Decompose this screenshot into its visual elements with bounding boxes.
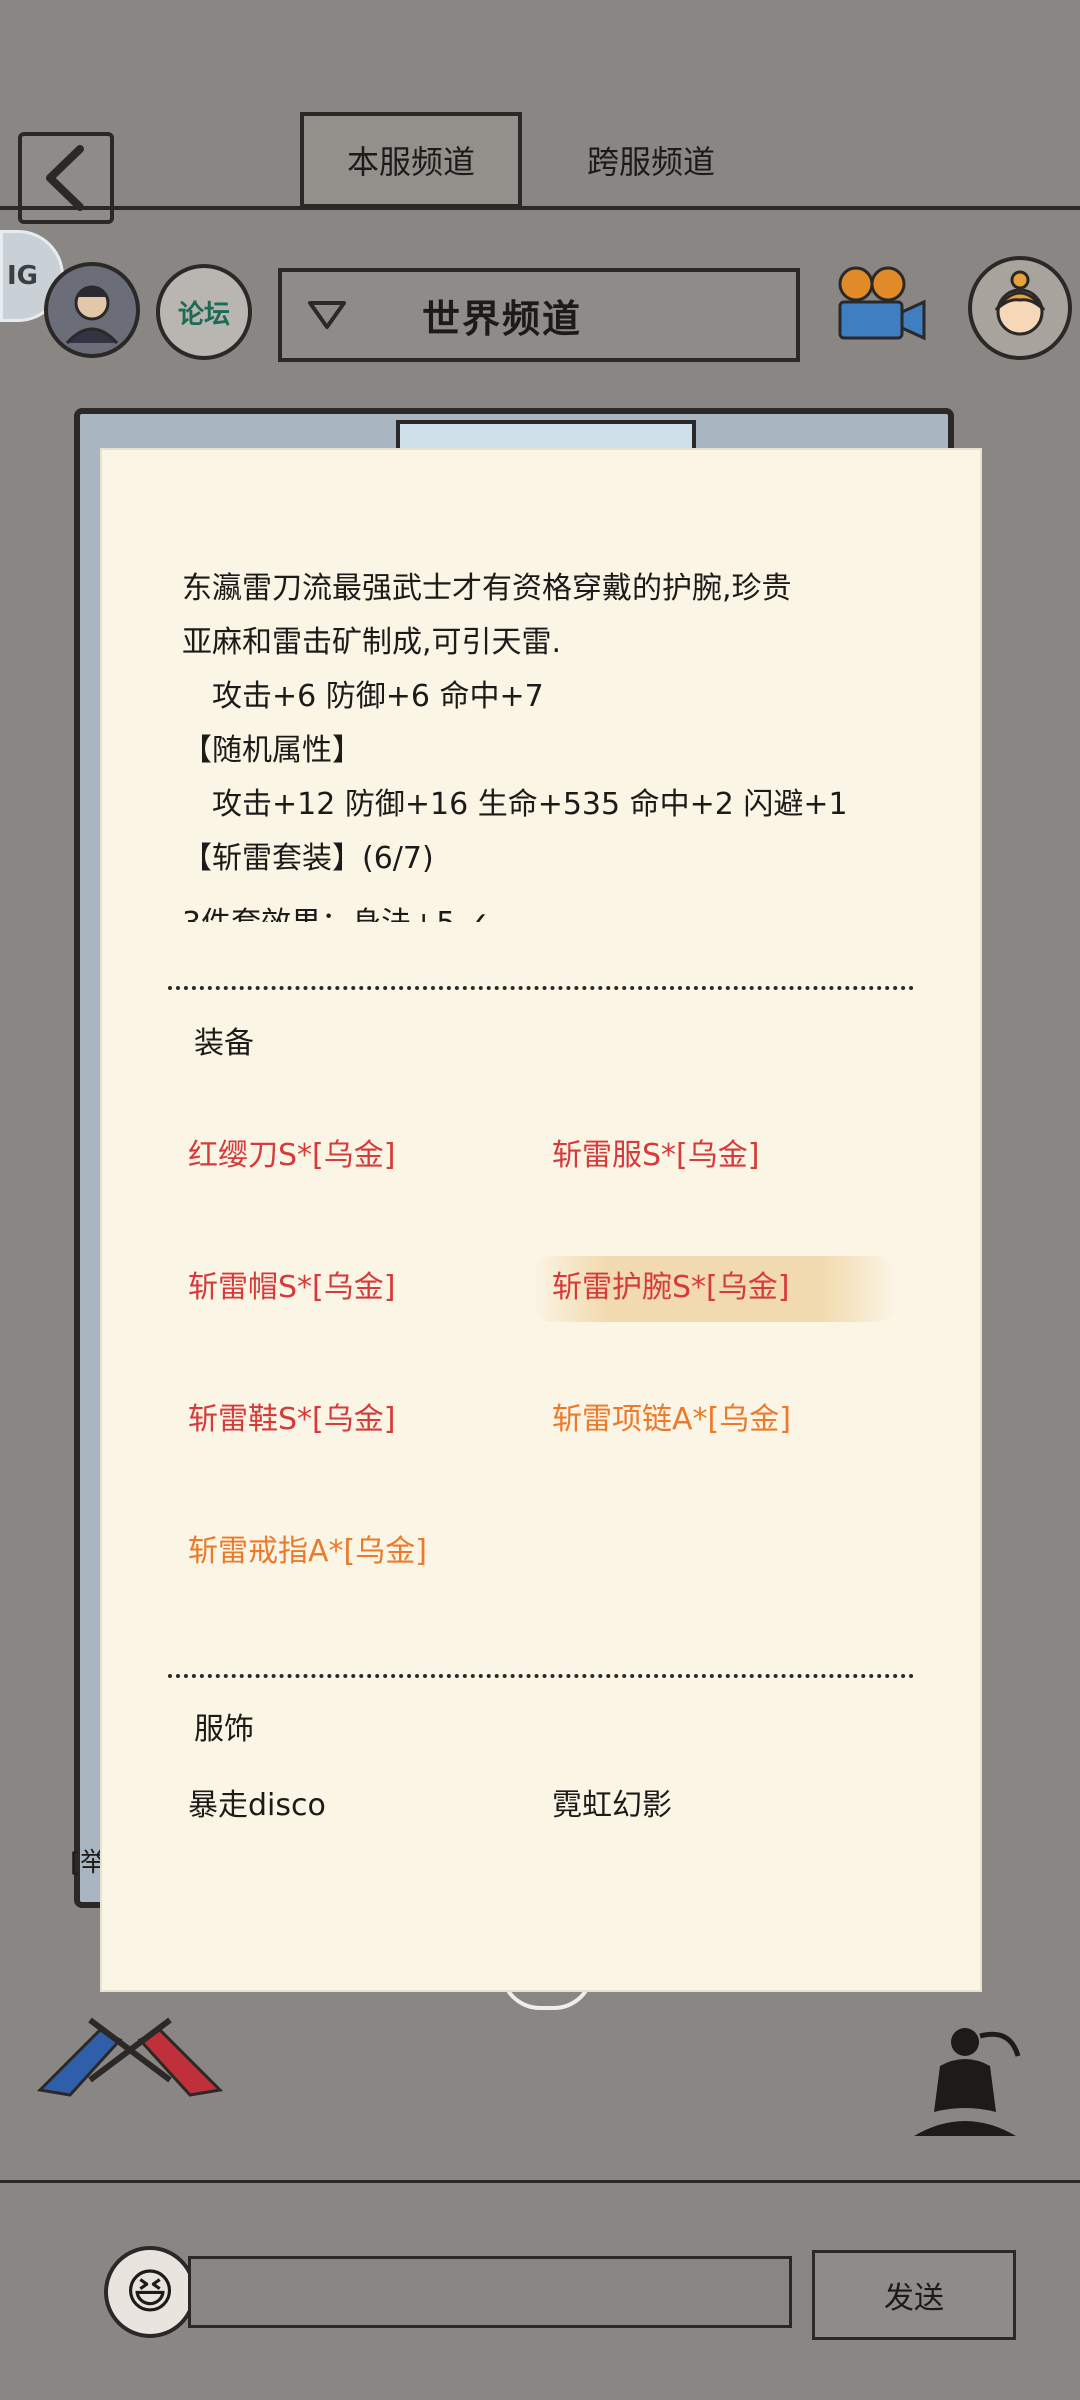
equipment-item-weapon[interactable]: 红缨刀S*[乌金] xyxy=(188,1130,395,1174)
equipment-section-title: 装备 xyxy=(194,1026,254,1061)
laughing-face-icon: 😆 xyxy=(124,2264,176,2320)
forum-label: 论坛 xyxy=(177,299,230,330)
assistant-avatar[interactable] xyxy=(968,256,1072,360)
section-divider xyxy=(168,986,914,990)
emoji-button[interactable]: 😆 xyxy=(104,2246,196,2338)
tab-label: 跨服频道 xyxy=(586,143,715,181)
channel-dropdown-value: 世界频道 xyxy=(422,296,583,341)
channel-dropdown[interactable]: 世界频道 xyxy=(278,268,800,362)
equipment-item-necklace[interactable]: 斩雷项链A*[乌金] xyxy=(552,1394,791,1438)
tab-cross-server[interactable]: 跨服频道 xyxy=(540,112,762,208)
equipment-item-bracer[interactable]: 斩雷护腕S*[乌金] xyxy=(552,1262,789,1306)
bottom-divider xyxy=(0,2180,1080,2183)
girl-avatar-icon xyxy=(994,270,1046,336)
forum-button[interactable]: 论坛 xyxy=(156,264,252,360)
item-description: 东瀛雷刀流最强武士才有资格穿戴的护腕,珍贵 亚麻和雷击矿制成,可引天雷. 攻击+… xyxy=(182,562,942,886)
video-camera-icon[interactable] xyxy=(826,262,936,352)
description-line: 东瀛雷刀流最强武士才有资格穿戴的护腕,珍贵 xyxy=(182,571,792,606)
costume-item[interactable]: 暴走disco xyxy=(188,1780,326,1824)
set-effect-text: 3件套效果：身法+5 ✓ xyxy=(182,906,490,922)
costume-section-title: 服饰 xyxy=(194,1712,254,1747)
set-title: 【斩雷套装】(6/7) xyxy=(182,841,434,876)
meditation-icon[interactable] xyxy=(900,2016,1030,2146)
floating-badge-text: IG xyxy=(7,261,39,291)
top-divider xyxy=(0,206,1080,210)
dropdown-triangle-icon xyxy=(282,299,372,331)
item-detail-card: 东瀛雷刀流最强武士才有资格穿戴的护腕,珍贵 亚麻和雷击矿制成,可引天雷. 攻击+… xyxy=(102,450,980,1990)
background-report-text: [举 xyxy=(70,1848,107,1878)
player-avatar[interactable] xyxy=(44,262,140,358)
send-label: 发送 xyxy=(884,2281,944,2316)
player-avatar-icon xyxy=(65,285,119,345)
section-divider xyxy=(168,1674,914,1678)
equipment-item-shoes[interactable]: 斩雷鞋S*[乌金] xyxy=(188,1394,395,1438)
random-attr-title: 【随机属性】 xyxy=(182,733,362,768)
equipment-item-helmet[interactable]: 斩雷帽S*[乌金] xyxy=(188,1262,395,1306)
description-line: 亚麻和雷击矿制成,可引天雷. xyxy=(182,625,562,660)
tab-local-server[interactable]: 本服频道 xyxy=(300,112,522,208)
base-stats-line: 攻击+6 防御+6 命中+7 xyxy=(212,679,544,714)
chat-input[interactable] xyxy=(188,2256,792,2328)
back-arrow-icon xyxy=(46,145,84,211)
set-effect-clipped-line: 3件套效果：身法+5 ✓ xyxy=(182,886,942,922)
back-button[interactable] xyxy=(18,132,114,224)
pvp-swords-icon[interactable] xyxy=(30,2000,230,2100)
costume-item[interactable]: 霓虹幻影 xyxy=(552,1780,672,1824)
tab-label: 本服频道 xyxy=(346,143,475,181)
equipment-item-armor[interactable]: 斩雷服S*[乌金] xyxy=(552,1130,759,1174)
equipment-item-ring[interactable]: 斩雷戒指A*[乌金] xyxy=(188,1526,427,1570)
random-attr-line: 攻击+12 防御+16 生命+535 命中+2 闪避+1 xyxy=(212,787,848,822)
send-button[interactable]: 发送 xyxy=(812,2250,1016,2340)
